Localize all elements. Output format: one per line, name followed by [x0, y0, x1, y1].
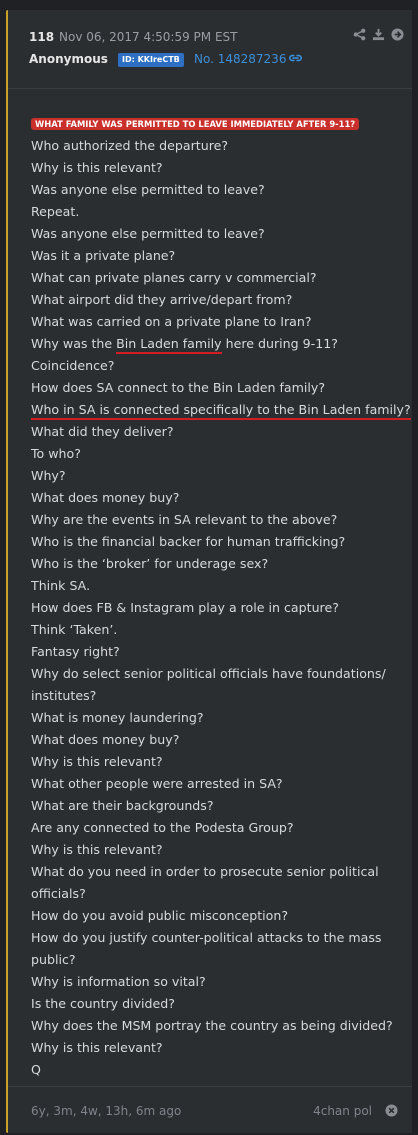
- post-line: Why do select senior political officials…: [31, 666, 386, 681]
- share-icon[interactable]: [353, 28, 366, 41]
- post-line: What other people were arrested in SA?: [31, 776, 283, 791]
- post-line: Who in SA is connected specifically to t…: [31, 399, 411, 421]
- post-line: officials?: [31, 886, 86, 901]
- post-line: Why is information so vital?: [31, 974, 206, 989]
- post-source[interactable]: 4chan pol: [313, 1104, 372, 1118]
- post-title: WHAT FAMILY WAS PERMITTED TO LEAVE IMMED…: [31, 118, 360, 130]
- post-line: Why is this relevant?: [31, 160, 163, 175]
- download-icon[interactable]: [372, 28, 385, 41]
- post-line: Why is this relevant?: [31, 842, 163, 857]
- post-author: Anonymous: [29, 52, 108, 66]
- post-line: Who is the ‘broker’ for underage sex?: [31, 556, 269, 571]
- post-line: What are their backgrounds?: [31, 798, 214, 813]
- post-line: public?: [31, 952, 76, 967]
- post-line: Is the country divided?: [31, 996, 175, 1011]
- post-line: Was it a private plane?: [31, 248, 176, 263]
- arrow-right-circle-icon[interactable]: [391, 28, 404, 41]
- post-actions: [353, 28, 404, 41]
- post-line-text: here during 9-11?: [221, 336, 338, 351]
- post-date: Nov 06, 2017 4:50:59 PM EST: [59, 30, 238, 44]
- post-line: Who is the financial backer for human tr…: [31, 534, 346, 549]
- post-line: Think SA.: [31, 578, 91, 593]
- post-line: Who authorized the departure?: [31, 138, 229, 153]
- post-line: Repeat.: [31, 204, 80, 219]
- post-line: To who?: [31, 446, 81, 461]
- post-line: Coincidence?: [31, 358, 115, 373]
- post-line: Was anyone else permitted to leave?: [31, 226, 265, 241]
- post-age: 6y, 3m, 4w, 13h, 6m ago: [31, 1104, 182, 1118]
- post-number-link[interactable]: No. 148287236: [194, 52, 303, 66]
- post-line-text: Why was the: [31, 336, 117, 351]
- post-line: Q: [31, 1062, 41, 1077]
- post-line: What does money buy?: [31, 490, 180, 505]
- post-line: Are any connected to the Podesta Group?: [31, 820, 294, 835]
- post-line: Why are the events in SA relevant to the…: [31, 512, 338, 527]
- post-line: What is money laundering?: [31, 710, 204, 725]
- post-number: 118: [29, 30, 55, 44]
- post-text: Who authorized the departure? Why is this…: [31, 135, 411, 1081]
- post-body: WHAT FAMILY WAS PERMITTED TO LEAVE IMMED…: [31, 112, 411, 1081]
- post-line: How do you avoid public misconception?: [31, 908, 289, 923]
- post-line: Was anyone else permitted to leave?: [31, 182, 265, 197]
- post-header: 118 Nov 06, 2017 4:50:59 PM EST Anonymou…: [8, 10, 412, 89]
- post-line: institutes?: [31, 688, 97, 703]
- post-line: What did they deliver?: [31, 424, 174, 439]
- post-line: What does money buy?: [31, 732, 180, 747]
- close-circle-icon[interactable]: [385, 1104, 398, 1117]
- post-line: Why was the Bin Laden family here during…: [31, 333, 404, 355]
- post-line: Why is this relevant?: [31, 1040, 163, 1055]
- post-line: Why does the MSM portray the country as …: [31, 1018, 393, 1033]
- post-line: What can private planes carry v commerci…: [31, 270, 317, 285]
- post-card: 118 Nov 06, 2017 4:50:59 PM EST Anonymou…: [6, 10, 412, 1133]
- post-line: Why is this relevant?: [31, 754, 163, 769]
- underlined-phrase: Bin Laden family: [116, 336, 222, 354]
- post-line: What was carried on a private plane to I…: [31, 314, 312, 329]
- link-icon: [289, 54, 303, 62]
- post-line: What airport did they arrive/depart from…: [31, 292, 293, 307]
- post-line: Why?: [31, 468, 66, 483]
- post-line: How does SA connect to the Bin Laden fam…: [31, 380, 325, 395]
- post-line: How does FB & Instagram play a role in c…: [31, 600, 339, 615]
- id-badge[interactable]: ID: KKIreCTB: [118, 53, 184, 67]
- post-line: Think ‘Taken’.: [31, 622, 118, 637]
- post-line: Fantasy right?: [31, 644, 120, 659]
- post-line: How do you justify counter-political att…: [31, 930, 382, 945]
- post-line: What do you need in order to prosecute s…: [31, 864, 379, 879]
- post-footer: 6y, 3m, 4w, 13h, 6m ago 4chan pol: [8, 1086, 412, 1133]
- underlined-phrase: Who in SA is connected specifically to t…: [31, 402, 411, 420]
